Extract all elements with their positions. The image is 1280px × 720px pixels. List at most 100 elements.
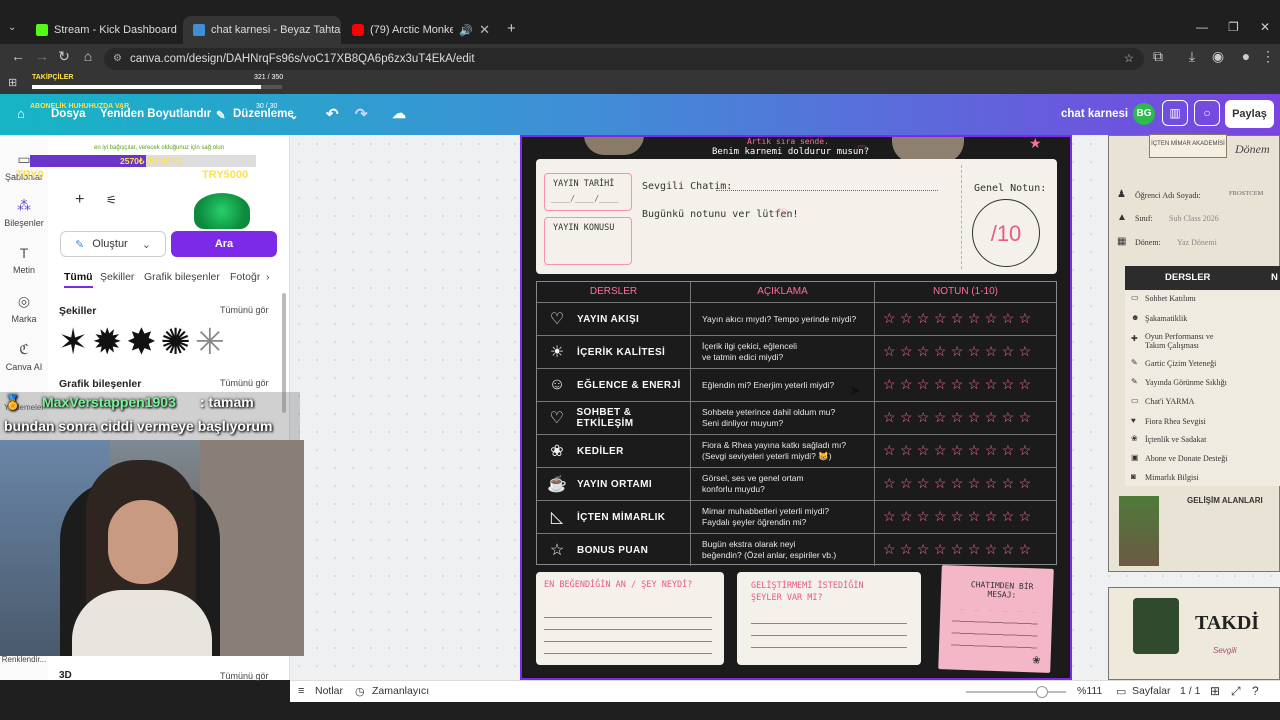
site-info-icon[interactable]: ⚙	[113, 48, 122, 70]
undo-icon[interactable]: ↶	[326, 105, 339, 123]
dear-chat-line[interactable]	[716, 190, 938, 191]
star-rating[interactable]: ☆☆☆☆☆☆☆☆☆	[883, 442, 1036, 459]
tab-youtube[interactable]: (79) Arctic Monkeys - Do I W 🔊 ✕	[342, 16, 500, 44]
zoom-slider[interactable]	[966, 686, 1066, 698]
rail-colorize[interactable]: Renklendir...	[0, 655, 48, 664]
see-all-graphics-link[interactable]: Tümünü gör	[220, 378, 269, 388]
profile-icon[interactable]: ◉	[1208, 48, 1228, 65]
report-card-page-2[interactable]: İÇTEN MİMAR AKADEMİSİ Dönem ♟ Öğrenci Ad…	[1108, 134, 1280, 572]
star-gradient-shape[interactable]: ✳	[195, 321, 229, 362]
star-rating[interactable]: ☆☆☆☆☆☆☆☆☆	[883, 310, 1036, 327]
rail-canva-ai[interactable]: ℭ Canva AI	[0, 341, 48, 372]
rail-text[interactable]: T Metin	[0, 245, 48, 275]
star-burst-shape[interactable]: ✶	[58, 321, 92, 362]
star-rating[interactable]: ☆☆☆☆☆☆☆☆☆	[883, 475, 1036, 492]
share-button[interactable]: Paylaş	[1225, 100, 1274, 128]
apps-grid-icon[interactable]: ⊞	[8, 76, 17, 89]
minimize-button[interactable]: —	[1196, 20, 1208, 34]
home-icon[interactable]: ⌂	[78, 48, 98, 64]
star-rating[interactable]: ☆☆☆☆☆☆☆☆☆	[883, 343, 1036, 360]
tab-all[interactable]: Tümü	[64, 271, 93, 288]
grades-table: DERSLER AÇIKLAMA NOTUN (1-10) ♡ YAYIN AKI…	[536, 281, 1057, 566]
back-icon[interactable]: ←	[8, 48, 28, 64]
zoom-level[interactable]: %111	[1077, 685, 1102, 697]
avatar[interactable]: BG	[1133, 103, 1155, 125]
appreciation-page-preview[interactable]: TAKDİ Sevgili	[1108, 587, 1280, 680]
edit-mode-menu[interactable]: Düzenleme	[233, 108, 294, 120]
rail-brand[interactable]: ◎ Marka	[0, 293, 48, 324]
redo-icon[interactable]: ↷	[355, 105, 368, 123]
analytics-icon[interactable]: ▥	[1162, 100, 1188, 126]
table-row[interactable]: ☺ EĞLENCE & ENERJİ Eğlendin mi? Enerjim y…	[537, 368, 1056, 401]
table-row[interactable]: ♡ YAYIN AKIŞI Yayın akıcı mıydı? Tempo ye…	[537, 302, 1056, 335]
help-icon[interactable]: ?	[1252, 684, 1259, 698]
see-all-shapes-link[interactable]: Tümünü gör	[220, 305, 269, 315]
graphics-section-title: Grafik bileşenler	[59, 378, 142, 390]
timer-icon[interactable]: ◷	[355, 685, 365, 698]
star-seal-shape[interactable]: ✺	[161, 321, 195, 362]
cloud-save-icon[interactable]: ☁	[392, 105, 406, 122]
reload-icon[interactable]: ↻	[54, 48, 74, 65]
see-all-3d-link[interactable]: Tümünü gör	[220, 671, 269, 681]
extensions-icon[interactable]: ⧉	[1148, 48, 1168, 65]
home-icon[interactable]: ⌂	[17, 106, 25, 121]
tab-shapes[interactable]: Şekiller	[100, 271, 134, 283]
url-field[interactable]: ⚙ canva.com/design/DAHNrqFs96s/voC17XB8Q…	[104, 48, 1144, 70]
star-rating[interactable]: ☆☆☆☆☆☆☆☆☆	[883, 409, 1036, 426]
broadcast-topic-box[interactable]: YAYIN KONUSU	[544, 217, 632, 265]
close-tab-icon[interactable]: ✕	[479, 22, 490, 38]
forward-icon[interactable]: →	[32, 48, 52, 64]
maximize-button[interactable]: ❐	[1228, 20, 1239, 34]
download-icon[interactable]: ⤓	[1182, 48, 1202, 65]
chevron-down-icon[interactable]: ⌄	[289, 108, 299, 122]
audio-playing-icon[interactable]: 🔊	[459, 24, 473, 37]
filter-icon[interactable]: ⚟	[106, 193, 117, 207]
overall-grade-circle[interactable]: /10	[972, 199, 1040, 267]
tab-photos[interactable]: Fotoğr	[230, 271, 260, 283]
table-row[interactable]: ❀ KEDİLER Fiora & Rhea yayına katkı sağla…	[537, 434, 1056, 467]
chevron-down-icon[interactable]: ⌄	[142, 238, 151, 251]
star-rating[interactable]: ☆☆☆☆☆☆☆☆☆	[883, 508, 1036, 525]
zoom-slider-thumb[interactable]	[1036, 686, 1048, 698]
table-row[interactable]: ☕ YAYIN ORTAMI Görsel, ses ve genel ortam…	[537, 467, 1056, 500]
student-value: FROSTCEM	[1229, 190, 1264, 197]
design-page[interactable]: Artık sıra sende. Benim karnemi doldurur…	[520, 135, 1072, 680]
document-title[interactable]: chat karnesi	[1061, 108, 1128, 120]
grid-view-icon[interactable]: ⊞	[1210, 684, 1220, 698]
search-button[interactable]: Ara	[171, 231, 277, 257]
resize-menu[interactable]: Yeniden Boyutlandır	[100, 108, 211, 120]
timer-button[interactable]: Zamanlayıcı	[372, 685, 429, 697]
table-row[interactable]: ♡ SOHBET & ETKİLEŞİM Sohbete yeterince da…	[537, 401, 1056, 434]
star-spiky-shape[interactable]: ✸	[126, 321, 160, 362]
tab-chat-karnesi[interactable]: chat karnesi - Beyaz Tahta ✕	[183, 16, 341, 44]
table-row[interactable]: ☀ İÇERİK KALİTESİ İçerik ilgi çekici, eğl…	[537, 335, 1056, 368]
broadcast-date-box[interactable]: YAYIN TARİHİ ____/____/____	[544, 173, 632, 211]
notes-button[interactable]: Notlar	[315, 685, 343, 697]
comment-icon[interactable]: ○	[1194, 100, 1220, 126]
table-row[interactable]: ☆ BONUS PUAN Bugün ekstra olarak neyi beğ…	[537, 533, 1056, 566]
star-rating[interactable]: ☆☆☆☆☆☆☆☆☆	[883, 376, 1036, 393]
chevron-right-icon[interactable]: ›	[266, 271, 270, 283]
pages-icon[interactable]: ▭	[1116, 685, 1126, 698]
add-icon[interactable]: +	[75, 191, 84, 209]
tab-graphics[interactable]: Grafik bileşenler	[144, 271, 220, 283]
fullscreen-icon[interactable]: ⤢	[1231, 684, 1241, 699]
chat-message-note[interactable]: CHATIMDEN BİR MESAJ: ❀	[938, 565, 1054, 673]
tab-kick-dashboard[interactable]: Stream - Kick Dashboard ✕	[26, 16, 182, 44]
close-window-button[interactable]: ✕	[1260, 20, 1270, 34]
avatar[interactable]: ●	[1236, 48, 1256, 64]
star-8-shape[interactable]: ✹	[92, 321, 126, 362]
pages-button[interactable]: Sayfalar	[1132, 685, 1171, 697]
create-button[interactable]: ✎ Oluştur ⌄	[60, 231, 166, 257]
file-menu[interactable]: Dosya	[51, 108, 86, 120]
tab-search-icon[interactable]: ⌄	[8, 22, 16, 33]
favorite-moment-card[interactable]: EN BEĞENDİĞİN AN / ŞEY NEYDİ?	[536, 572, 724, 665]
new-tab-button[interactable]: +	[507, 20, 516, 37]
notes-icon[interactable]: ≡	[298, 685, 304, 697]
table-row[interactable]: ◺ İÇTEN MİMARLIK Mimar muhabbetleri yeter…	[537, 500, 1056, 533]
browser-menu-icon[interactable]: ⋮	[1258, 48, 1278, 65]
improvement-card[interactable]: GELİŞTİRMEMİ İSTEDİĞİN ŞEYLER VAR MI?	[737, 572, 921, 665]
bookmark-star-icon[interactable]: ☆	[1124, 48, 1134, 70]
rail-elements[interactable]: ⁂ Bileşenler	[0, 197, 48, 228]
star-rating[interactable]: ☆☆☆☆☆☆☆☆☆	[883, 541, 1036, 558]
